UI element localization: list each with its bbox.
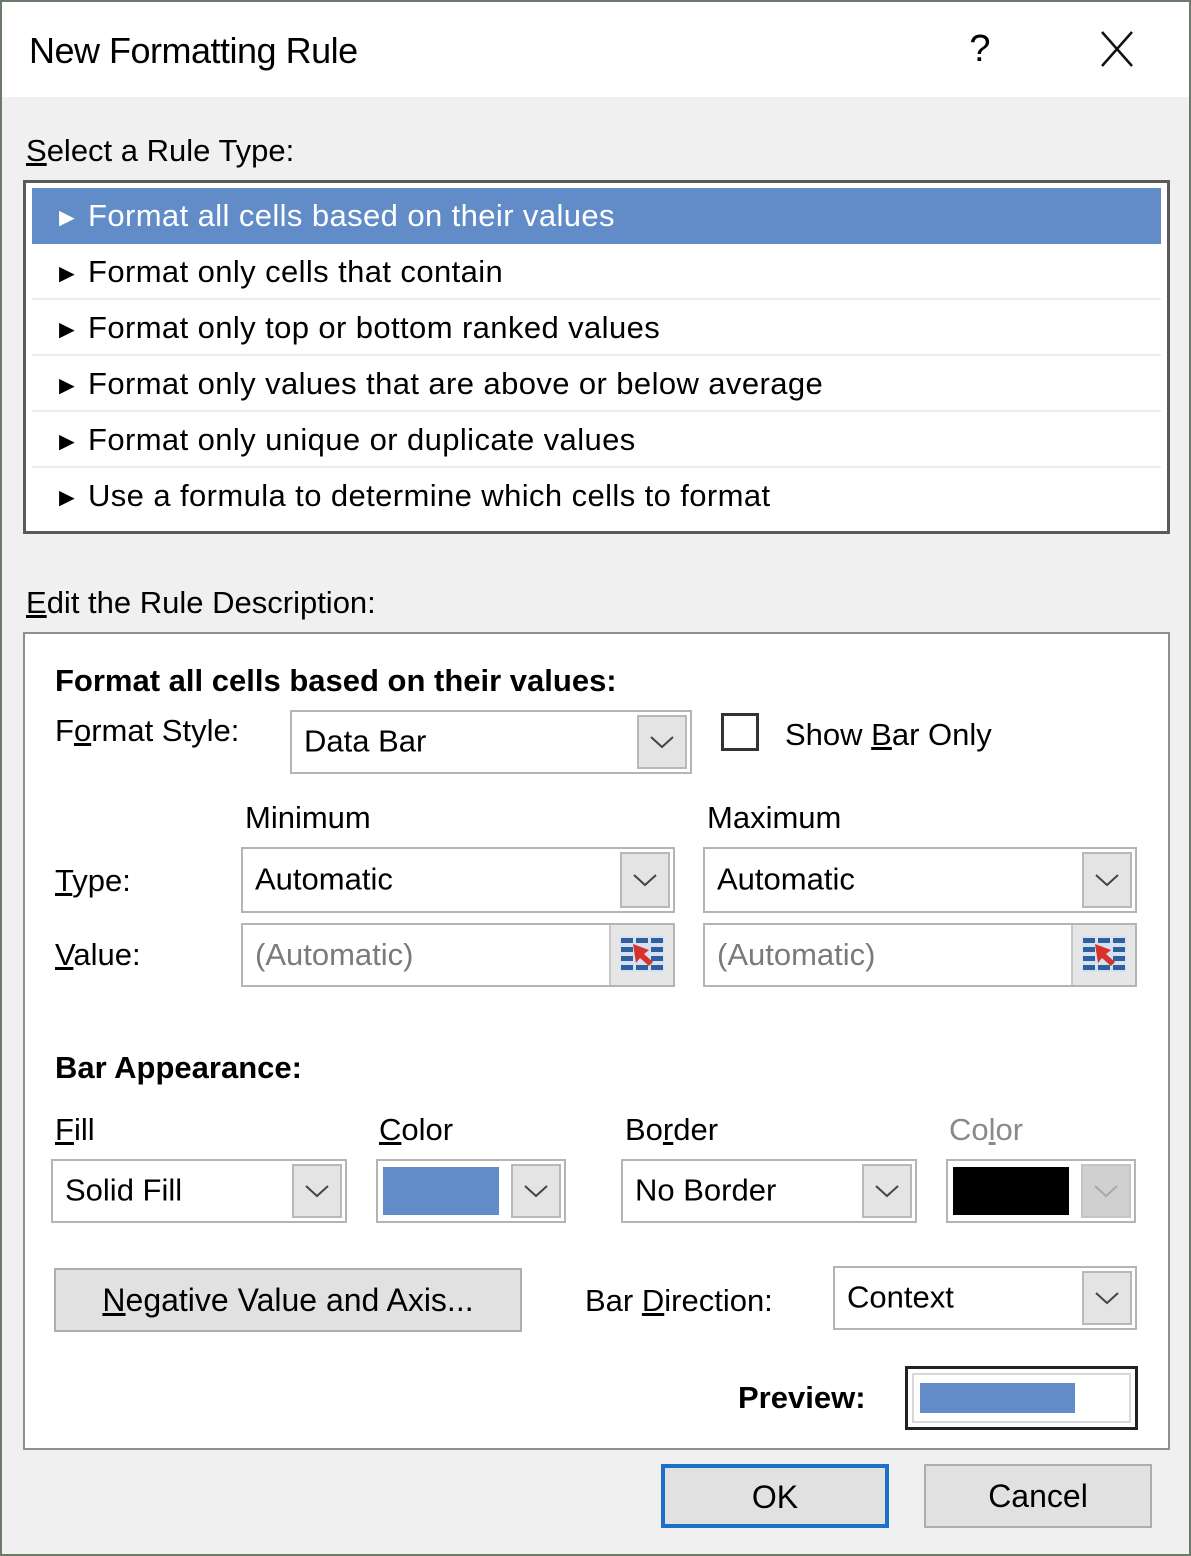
minimum-header: Minimum [245,800,371,835]
minimum-type-dropdown[interactable]: Automatic [241,847,675,913]
type-label: Type: [55,863,131,898]
border-color-label: Color [949,1112,1024,1147]
dropdown-button[interactable] [620,852,670,908]
fill-dropdown[interactable]: Solid Fill [51,1159,347,1223]
edit-rule-description-label: Edit the Rule Description: [26,585,376,620]
format-style-label: Format Style: [55,713,240,748]
value-label: Value: [55,937,141,972]
rule-arrow-icon: ► [54,370,81,400]
show-bar-only-checkbox[interactable] [721,713,759,751]
border-label: Border [625,1112,719,1147]
border-color-swatch [953,1167,1069,1215]
bar-direction-label: Bar Direction: [585,1283,773,1318]
range-select-button[interactable] [609,925,673,985]
dropdown-button[interactable] [292,1164,342,1218]
fill-label: Fill [55,1112,95,1147]
new-formatting-rule-dialog: New Formatting Rule ? Select a Rule Type… [2,2,1189,1554]
rule-arrow-icon: ► [54,314,81,344]
dropdown-button[interactable] [1082,1271,1132,1325]
chevron-down-icon [1094,1185,1118,1198]
maximum-value-input[interactable]: (Automatic) [703,923,1137,987]
fill-color-picker[interactable] [376,1159,566,1223]
show-bar-only-label[interactable]: Show Bar Only [785,717,992,753]
dropdown-button[interactable] [637,715,687,769]
dropdown-button[interactable] [511,1164,561,1218]
chevron-down-icon [633,874,657,887]
description-heading: Format all cells based on their values: [55,663,617,698]
dropdown-button[interactable] [1081,1164,1131,1218]
help-button[interactable]: ? [960,24,1000,74]
bar-appearance-heading: Bar Appearance: [55,1050,302,1085]
rule-arrow-icon: ► [54,482,81,512]
preview-data-bar [920,1383,1076,1413]
cancel-button[interactable]: Cancel [924,1464,1152,1528]
rule-arrow-icon: ► [54,258,81,288]
negative-value-axis-button[interactable]: Negative Value and Axis... [54,1268,522,1332]
close-x-icon [1101,31,1133,67]
rule-type-list[interactable]: ► Format all cells based on their values … [23,180,1170,534]
maximum-type-dropdown[interactable]: Automatic [703,847,1137,913]
chevron-down-icon [305,1185,329,1198]
rule-arrow-icon: ► [54,426,81,456]
cell-reference-icon [620,936,664,972]
rule-type-item[interactable]: ► Use a formula to determine which cells … [32,468,1161,524]
rule-arrow-icon: ► [54,202,81,232]
fill-color-label: Color [379,1112,454,1147]
rule-type-item[interactable]: ► Format all cells based on their values [32,188,1161,244]
preview-label: Preview: [738,1380,866,1415]
border-dropdown[interactable]: No Border [621,1159,917,1223]
rule-type-item[interactable]: ► Format only cells that contain [32,244,1161,300]
rule-type-item[interactable]: ► Format only values that are above or be… [32,356,1161,412]
minimum-value-input[interactable]: (Automatic) [241,923,675,987]
border-color-picker[interactable] [946,1159,1136,1223]
chevron-down-icon [650,736,674,749]
close-button[interactable] [1092,24,1142,74]
rule-type-label: Select a Rule Type: [26,133,295,168]
maximum-header: Maximum [707,800,842,835]
dropdown-button[interactable] [862,1164,912,1218]
range-select-button[interactable] [1071,925,1135,985]
chevron-down-icon [1095,1292,1119,1305]
chevron-down-icon [1095,874,1119,887]
rule-type-item[interactable]: ► Format only unique or duplicate values [32,412,1161,468]
cell-reference-icon [1082,936,1126,972]
fill-color-swatch [383,1167,499,1215]
title-bar: New Formatting Rule ? [2,2,1189,97]
chevron-down-icon [875,1185,899,1198]
chevron-down-icon [524,1185,548,1198]
bar-direction-dropdown[interactable]: Context [833,1266,1137,1330]
preview-box [905,1366,1138,1430]
ok-button[interactable]: OK [661,1464,889,1528]
format-style-dropdown[interactable]: Data Bar [290,710,692,774]
rule-type-item[interactable]: ► Format only top or bottom ranked values [32,300,1161,356]
dropdown-button[interactable] [1082,852,1132,908]
dialog-title: New Formatting Rule [29,30,358,71]
